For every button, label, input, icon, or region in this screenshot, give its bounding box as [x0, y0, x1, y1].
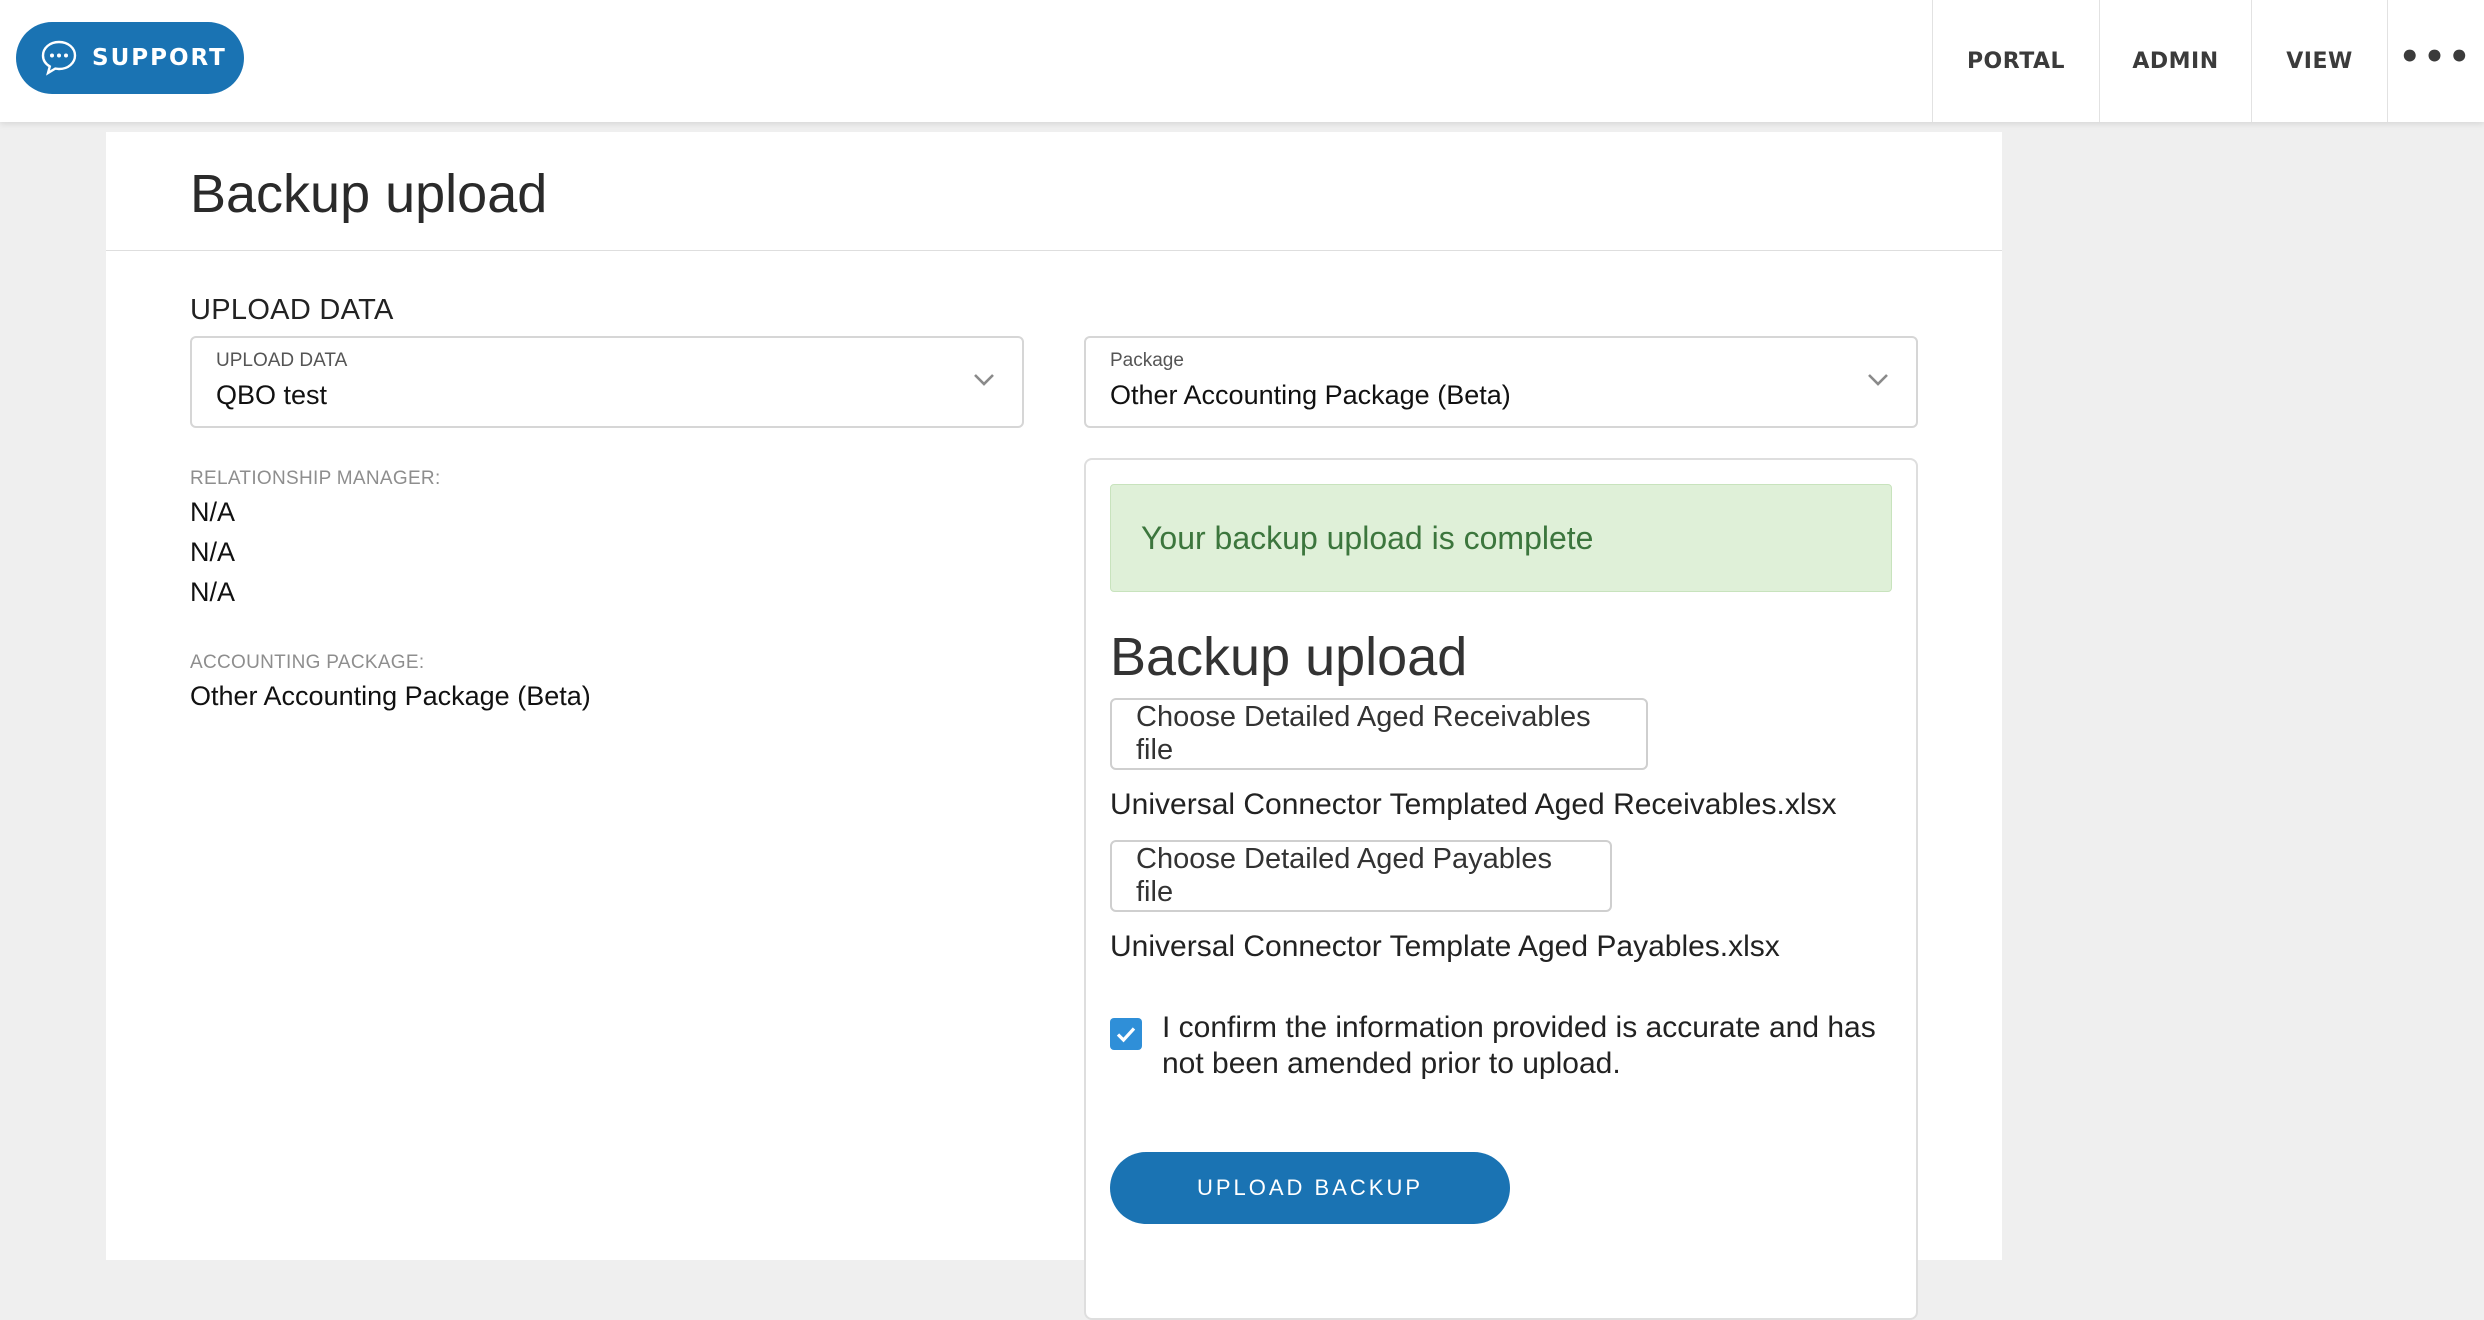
backup-upload-panel: Your backup upload is complete Backup up… — [1084, 458, 1918, 1320]
chevron-down-icon — [972, 372, 996, 393]
top-bar: SUPPORT PORTAL ADMIN VIEW ••• — [0, 0, 2484, 122]
nav-view[interactable]: VIEW — [2251, 0, 2387, 122]
relationship-manager-value: N/A — [190, 497, 236, 527]
accounting-package-label: ACCOUNTING PACKAGE: — [190, 652, 425, 673]
page-title: Backup upload — [190, 164, 548, 224]
success-alert: Your backup upload is complete — [1110, 484, 1892, 592]
upload-backup-button[interactable]: UPLOAD BACKUP — [1110, 1152, 1510, 1224]
main-card: Backup upload UPLOAD DATA UPLOAD DATA QB… — [106, 132, 2002, 1320]
relationship-manager-values: N/A N/A N/A — [190, 492, 235, 612]
relationship-manager-label: RELATIONSHIP MANAGER: — [190, 468, 441, 489]
relationship-manager-value: N/A — [190, 537, 236, 567]
accounting-package-value: Other Accounting Package (Beta) — [190, 681, 591, 711]
more-menu-icon[interactable]: ••• — [2387, 0, 2484, 122]
card-header: Backup upload — [106, 132, 2002, 251]
upload-data-select-value: QBO test — [216, 380, 328, 410]
payables-file-name: Universal Connector Template Aged Payabl… — [1110, 930, 1780, 963]
check-icon — [1116, 1027, 1136, 1043]
relationship-manager-value: N/A — [190, 577, 236, 607]
choose-payables-file-button[interactable]: Choose Detailed Aged Payables file — [1110, 840, 1612, 912]
confirm-row: I confirm the information provided is ac… — [1110, 1010, 1900, 1082]
upload-data-select-label: UPLOAD DATA — [216, 350, 348, 371]
upload-data-select[interactable]: UPLOAD DATA QBO test — [190, 336, 1024, 428]
package-select-value: Other Accounting Package (Beta) — [1110, 380, 1511, 410]
receivables-file-name: Universal Connector Templated Aged Recei… — [1110, 788, 1837, 821]
top-nav: PORTAL ADMIN VIEW ••• — [1932, 0, 2484, 122]
support-button[interactable]: SUPPORT — [16, 22, 244, 94]
chat-bubble-icon — [40, 39, 78, 77]
upload-data-heading: UPLOAD DATA — [190, 294, 394, 326]
nav-admin[interactable]: ADMIN — [2099, 0, 2251, 122]
package-select[interactable]: Package Other Accounting Package (Beta) — [1084, 336, 1918, 428]
chevron-down-icon — [1866, 372, 1890, 393]
choose-receivables-file-button[interactable]: Choose Detailed Aged Receivables file — [1110, 698, 1648, 770]
panel-title: Backup upload — [1110, 627, 1468, 687]
confirm-checkbox[interactable] — [1110, 1018, 1142, 1050]
support-label: SUPPORT — [92, 45, 227, 71]
package-select-label: Package — [1110, 350, 1184, 371]
nav-portal[interactable]: PORTAL — [1932, 0, 2099, 122]
confirm-text: I confirm the information provided is ac… — [1162, 1011, 1876, 1080]
upload-data-section: UPLOAD DATA — [190, 294, 1024, 327]
